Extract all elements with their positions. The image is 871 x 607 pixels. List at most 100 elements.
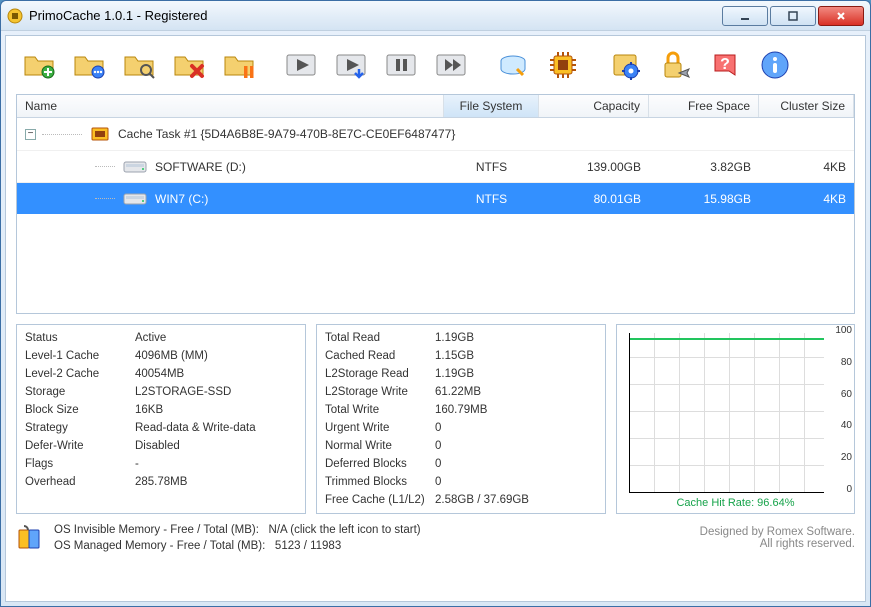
stat-key: Level-2 Cache [25,365,135,383]
stat-value: 0 [435,419,597,437]
stat-key: L2Storage Write [325,383,435,401]
disk-button[interactable] [490,44,536,86]
volume-name: WIN7 (C:) [155,192,208,206]
app-icon [7,8,23,24]
col-clustersize[interactable]: Cluster Size [759,95,854,117]
pause-all-button[interactable] [378,44,424,86]
col-freespace[interactable]: Free Space [649,95,759,117]
svg-text:?: ? [720,56,730,73]
stat-value: 16KB [135,401,297,419]
col-filesystem[interactable]: File System [444,95,539,117]
ytick: 100 [835,325,852,336]
stat-key: Normal Write [325,437,435,455]
ytick: 20 [841,452,852,463]
volume-capacity: 80.01GB [539,192,649,206]
help-button[interactable]: ? [702,44,748,86]
save-all-button[interactable] [328,44,374,86]
stat-key: Defer-Write [25,437,135,455]
toolbar: ? [16,42,855,94]
stat-value: Disabled [135,437,297,455]
settings-button[interactable] [602,44,648,86]
new-task-button[interactable] [16,44,62,86]
main-window: PrimoCache 1.0.1 - Registered [0,0,871,607]
volume-cluster: 4KB [759,192,854,206]
stat-value: Active [135,329,297,347]
volume-free: 15.98GB [649,192,759,206]
ytick: 40 [841,420,852,431]
about-button[interactable] [752,44,798,86]
stat-value: 0 [435,437,597,455]
managed-mem-label: OS Managed Memory - Free / Total (MB): [54,540,265,552]
hitrate-chart-panel: 100 80 60 40 20 0 Cache Hit Rate: 96.64% [616,324,855,514]
close-button[interactable] [818,6,864,26]
managed-mem-value: 5123 / 11983 [275,540,341,552]
ytick: 0 [846,484,852,495]
view-task-button[interactable] [116,44,162,86]
volume-list: Name File System Capacity Free Space Clu… [16,94,855,314]
col-capacity[interactable]: Capacity [539,95,649,117]
stat-key: Level-1 Cache [25,347,135,365]
delete-task-button[interactable] [166,44,212,86]
col-name[interactable]: Name [17,95,444,117]
volume-fs: NTFS [444,160,539,174]
stat-value: 1.19GB [435,365,597,383]
stat-value: Read-data & Write-data [135,419,297,437]
stat-key: Total Read [325,329,435,347]
volume-row[interactable]: WIN7 (C:) NTFS 80.01GB 15.98GB 4KB [17,182,854,214]
volume-capacity: 139.00GB [539,160,649,174]
stat-value: L2STORAGE-SSD [135,383,297,401]
ytick: 60 [841,389,852,400]
ytick: 80 [841,357,852,368]
stat-key: Free Cache (L1/L2) [325,491,435,509]
stat-value: - [135,455,297,473]
stat-key: Cached Read [325,347,435,365]
titlebar: PrimoCache 1.0.1 - Registered [1,1,870,31]
stat-key: Deferred Blocks [325,455,435,473]
stat-value: 2.58GB / 37.69GB [435,491,597,509]
memory-icon[interactable] [16,524,44,552]
maximize-button[interactable] [770,6,816,26]
stat-value: 285.78MB [135,473,297,491]
task-row[interactable]: − Cache Task #1 {5D4A6B8E-9A79-470B-8E7C… [17,118,854,150]
stat-value: 0 [435,455,597,473]
volume-free: 3.82GB [649,160,759,174]
pause-task-button[interactable] [216,44,262,86]
hitrate-label: Cache Hit Rate: 96.64% [625,495,846,509]
window-title: PrimoCache 1.0.1 - Registered [29,8,207,23]
minimize-button[interactable] [722,6,768,26]
stat-key: Status [25,329,135,347]
credit-line2: All rights reserved. [700,538,855,550]
expand-toggle[interactable]: − [25,129,36,140]
resume-all-button[interactable] [428,44,474,86]
license-button[interactable] [652,44,698,86]
stat-value: 40054MB [135,365,297,383]
volume-row[interactable]: SOFTWARE (D:) NTFS 139.00GB 3.82GB 4KB [17,150,854,182]
stat-value: 160.79MB [435,401,597,419]
stat-key: L2Storage Read [325,365,435,383]
hitrate-chart [629,333,824,493]
cache-config-panel: StatusActiveLevel-1 Cache4096MB (MM)Leve… [16,324,306,514]
cache-stats-panel: Total Read1.19GBCached Read1.15GBL2Stora… [316,324,606,514]
stat-key: Strategy [25,419,135,437]
volume-fs: NTFS [444,192,539,206]
stat-key: Flags [25,455,135,473]
memory-info: OS Invisible Memory - Free / Total (MB):… [54,522,690,554]
stat-value: 0 [435,473,597,491]
stat-key: Block Size [25,401,135,419]
config-task-button[interactable] [66,44,112,86]
stat-key: Total Write [325,401,435,419]
start-all-button[interactable] [278,44,324,86]
invisible-mem-label: OS Invisible Memory - Free / Total (MB): [54,524,259,536]
credit-line1: Designed by Romex Software. [700,526,855,538]
task-label: Cache Task #1 {5D4A6B8E-9A79-470B-8E7C-C… [118,127,455,141]
invisible-mem-value: N/A (click the left icon to start) [269,524,421,536]
volume-cluster: 4KB [759,160,854,174]
volume-name: SOFTWARE (D:) [155,160,246,174]
stat-key: Trimmed Blocks [325,473,435,491]
list-header: Name File System Capacity Free Space Clu… [17,95,854,118]
stat-key: Overhead [25,473,135,491]
stat-value: 61.22MB [435,383,597,401]
chip-button[interactable] [540,44,586,86]
stat-key: Storage [25,383,135,401]
stat-value: 1.15GB [435,347,597,365]
